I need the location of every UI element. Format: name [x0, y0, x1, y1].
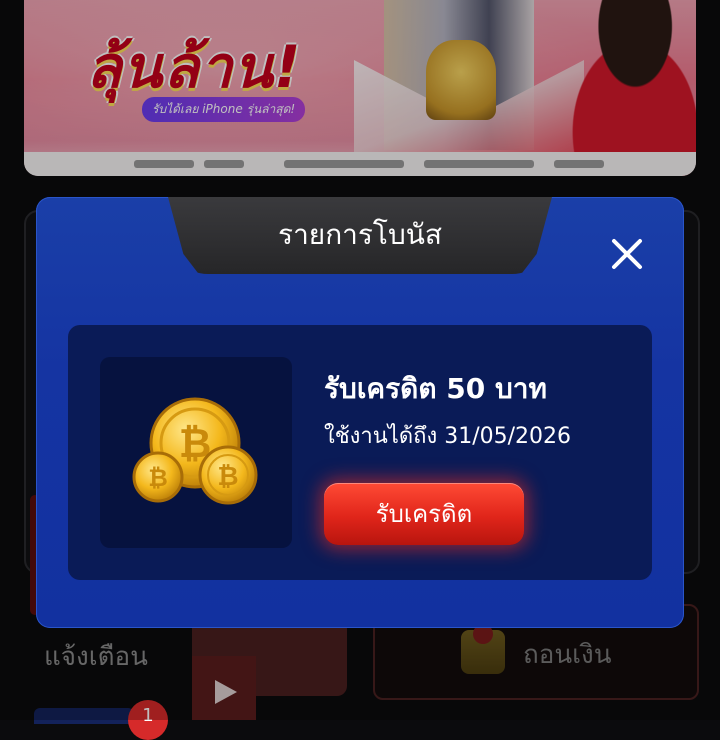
bonus-modal: รายการโบนัส ₿ ₿ ₿ รับเครดิต 50 บาท ใช้งา…	[36, 197, 684, 628]
bonus-expiry: ใช้งานได้ถึง 31/05/2026	[324, 424, 572, 449]
modal-title: รายการโบนัส	[278, 218, 442, 251]
bonus-icon-frame: ₿ ₿ ₿	[100, 357, 292, 548]
bonus-item-card: ₿ ₿ ₿ รับเครดิต 50 บาท ใช้งานได้ถึง 31/0…	[68, 325, 652, 580]
bonus-title: รับเครดิต 50 บาท	[324, 372, 547, 405]
svg-text:₿: ₿	[148, 464, 168, 492]
bitcoin-coins-icon: ₿ ₿ ₿	[132, 397, 258, 505]
close-icon	[612, 239, 642, 269]
svg-text:₿: ₿	[217, 462, 238, 492]
close-button[interactable]	[606, 233, 648, 275]
claim-credit-button[interactable]: รับเครดิต	[324, 483, 524, 545]
